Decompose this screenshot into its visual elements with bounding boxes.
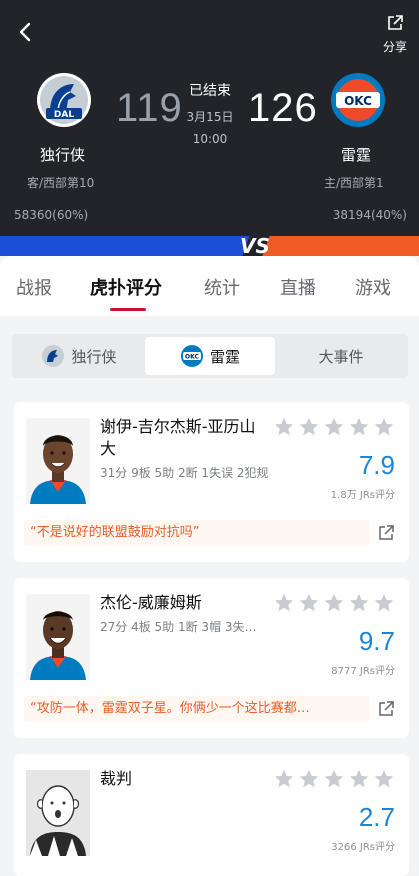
star-icon[interactable] [273, 592, 295, 614]
star-icon[interactable] [373, 416, 395, 438]
star-icon[interactable] [373, 768, 395, 790]
share-label: 分享 [382, 40, 407, 54]
player-stats: 31分 9板 5助 2断 1失误 2犯规 [100, 466, 269, 480]
star-icon[interactable] [323, 592, 345, 614]
referee-name: 裁判 [100, 769, 133, 788]
tab-bar: 战报 虎扑评分 统计 直播 游戏 [0, 256, 419, 316]
home-team-name: 雷霆 [341, 146, 372, 164]
rating-count: 8777 JRs评分 [331, 666, 395, 677]
game-date: 3月15日 [186, 110, 234, 124]
rating-count: 3266 JRs评分 [331, 842, 395, 853]
back-icon[interactable] [14, 18, 36, 46]
player-rating-score: 9.7 [358, 626, 395, 656]
away-team-rank: 客/西部第10 [27, 176, 95, 190]
tab-live[interactable]: 直播 [280, 274, 316, 300]
tab-games[interactable]: 游戏 [355, 274, 391, 300]
active-tab-indicator [110, 308, 146, 311]
star-icon[interactable] [298, 768, 320, 790]
referee-avatar [26, 770, 90, 856]
okc-team-logo[interactable]: OKC [330, 72, 386, 128]
referee-rating-card[interactable]: 裁判 2.7 3266 JRs评分 [14, 754, 409, 876]
star-icon[interactable] [273, 416, 295, 438]
share-icon [388, 15, 403, 30]
star-rating-input[interactable] [273, 416, 395, 438]
switch-away-label: 独行侠 [71, 347, 117, 366]
player-rating-card[interactable]: 杰伦-威廉姆斯 27分 4板 5助 1断 3帽 3失… 9.7 8777 JRs… [14, 578, 409, 738]
star-rating-input[interactable] [273, 592, 395, 614]
svg-text:OKC: OKC [185, 354, 199, 361]
star-icon[interactable] [298, 592, 320, 614]
dal-team-logo[interactable]: DAL [36, 72, 92, 128]
referee-rating-score: 2.7 [358, 802, 395, 832]
player-stats: 27分 4板 5助 1断 3帽 3失… [100, 620, 257, 634]
rating-count: 1.8万 JRs评分 [330, 490, 395, 501]
home-team-rank: 主/西部第1 [324, 176, 384, 190]
away-support-bar [0, 236, 258, 256]
tab-ratings[interactable]: 虎扑评分 [90, 274, 162, 300]
star-icon[interactable] [323, 416, 345, 438]
star-icon[interactable] [373, 592, 395, 614]
player-rating-card[interactable]: 谢伊-吉尔杰斯-亚历山大 31分 9板 5助 2断 1失误 2犯规 7.9 1.… [14, 402, 409, 562]
star-icon[interactable] [348, 416, 370, 438]
external-share-icon[interactable] [377, 700, 395, 718]
star-icon[interactable] [348, 768, 370, 790]
okc-logo-text: OKC [344, 94, 372, 108]
dal-logo-text: DAL [54, 110, 74, 120]
player-avatar [26, 418, 90, 504]
star-rating-input[interactable] [273, 768, 395, 790]
player-rating-score: 7.9 [358, 450, 395, 480]
star-icon[interactable] [298, 416, 320, 438]
ratings-content: 独行侠 OKC 雷霆 大事件 谢伊-吉尔杰斯-亚历山大 31分 9板 5助 2断… [0, 316, 419, 876]
home-score: 126 [248, 86, 318, 130]
tab-stats[interactable]: 统计 [204, 274, 240, 300]
tab-report[interactable]: 战报 [16, 274, 52, 300]
team-switch: 独行侠 OKC 雷霆 大事件 [12, 334, 408, 378]
switch-home-team[interactable]: OKC 雷霆 [145, 337, 275, 375]
okc-small-logo: OKC [180, 345, 203, 367]
game-status: 已结束 [189, 83, 231, 99]
player-name: 杰伦-威廉姆斯 [100, 593, 202, 612]
star-icon[interactable] [348, 592, 370, 614]
game-header: 分享 DAL 119 已结束 3月15日 10:00 126 OKC 独行侠 雷… [0, 0, 419, 236]
switch-home-label: 雷霆 [209, 347, 240, 366]
switch-events[interactable]: 大事件 [276, 337, 406, 375]
away-team-name: 独行侠 [40, 146, 86, 164]
vs-label: VS [240, 236, 270, 256]
game-time: 10:00 [192, 132, 228, 146]
home-support-bar [258, 236, 419, 256]
star-icon[interactable] [273, 768, 295, 790]
player-name: 谢伊-吉尔杰斯-亚历山大 [100, 417, 256, 458]
support-ratio-bar: VS [0, 236, 419, 256]
player-avatar [26, 594, 90, 680]
top-comment[interactable]: “不是说好的联盟鼓励对抗吗” [24, 520, 370, 546]
share-button[interactable]: 分享 [379, 14, 411, 54]
away-support-count: 58360(60%) [14, 208, 89, 222]
home-support-count: 38194(40%) [332, 208, 407, 222]
dal-small-logo [42, 345, 65, 367]
top-comment[interactable]: “攻防一体，雷霆双子星。你俩少一个这比赛都… [24, 696, 370, 722]
star-icon[interactable] [323, 768, 345, 790]
switch-away-team[interactable]: 独行侠 [14, 337, 144, 375]
external-share-icon[interactable] [377, 524, 395, 542]
